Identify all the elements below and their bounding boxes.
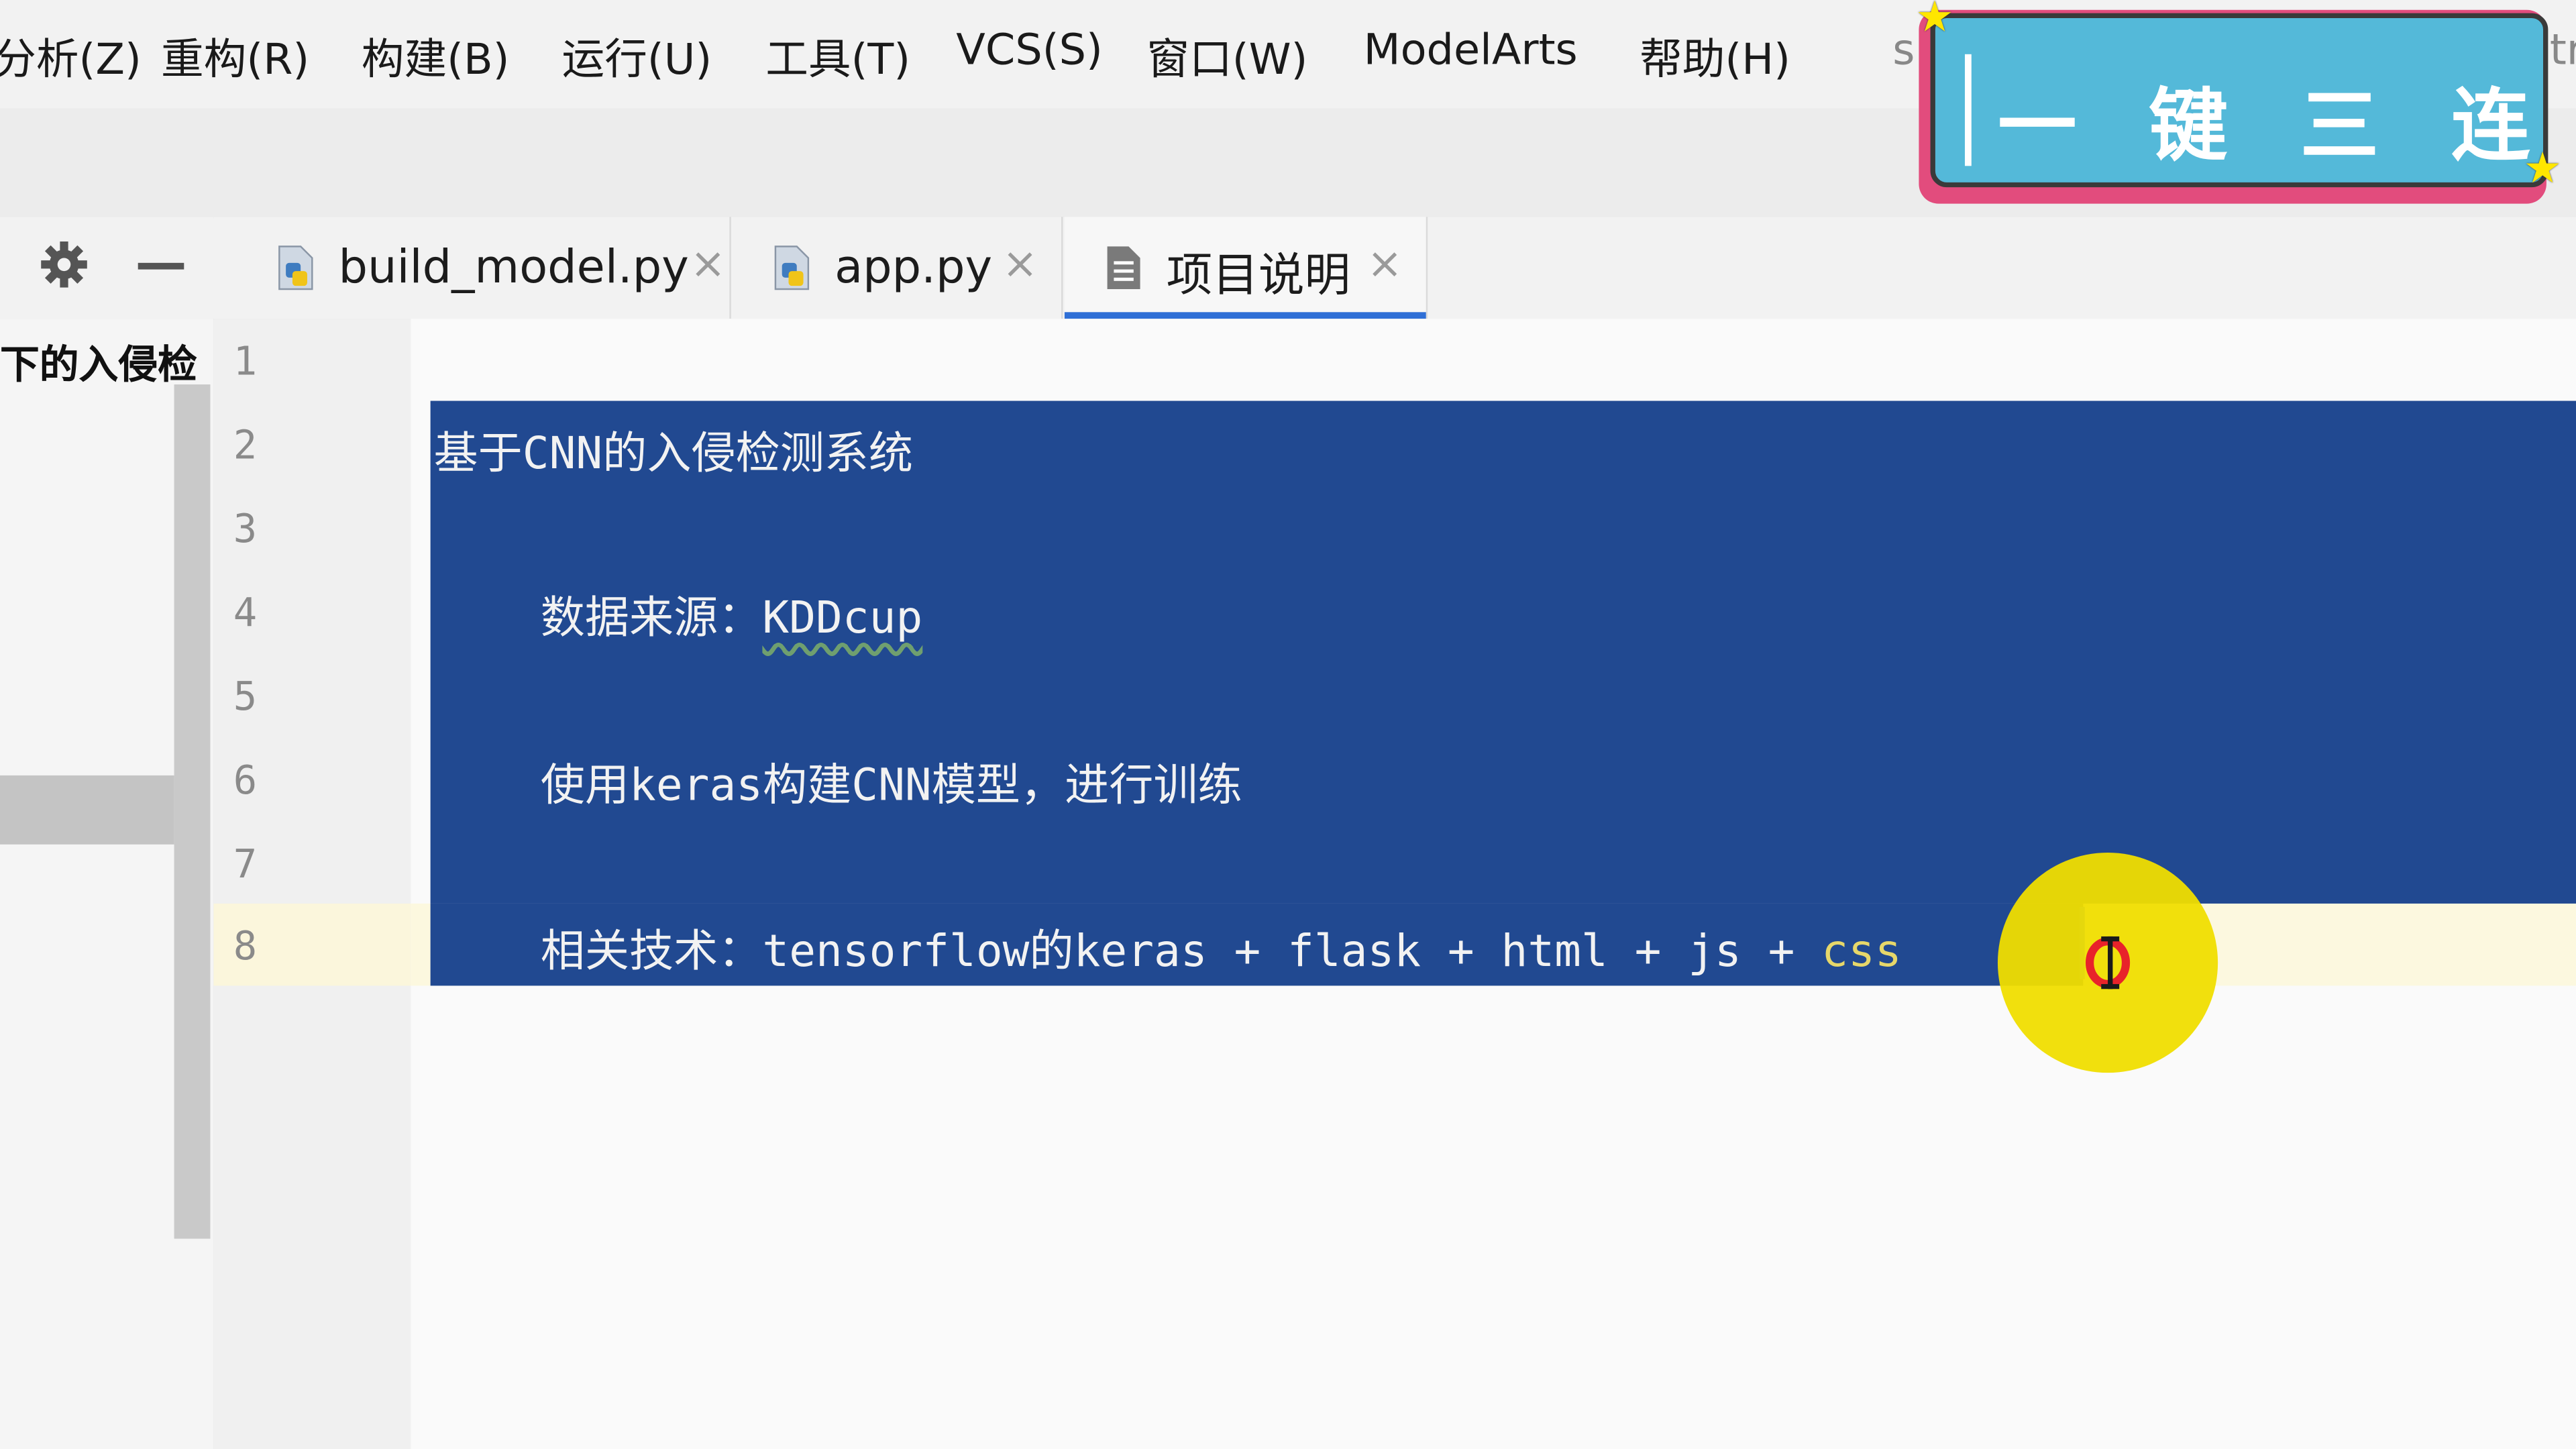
editor-tab-bar: build_model.py × app.py × 项目说明 × (213, 217, 2576, 321)
menu-run[interactable]: 运行(U) (562, 26, 712, 87)
tab-app[interactable]: app.py × (733, 217, 1063, 319)
badge-text: 一键三连 (1997, 80, 2576, 173)
tab-label: 项目说明 (1166, 248, 1351, 303)
code-text: 数据来源： (433, 593, 763, 645)
line-number: 6 (233, 757, 258, 804)
spellcheck-word: KDDcup (762, 593, 923, 645)
menu-clipped-item[interactable]: s (1892, 26, 1915, 75)
code-line-8[interactable]: 相关技术：tensorflow的keras + flask + html + j… (434, 915, 1902, 979)
close-icon[interactable]: × (690, 240, 726, 289)
code-line-2[interactable]: 基于CNN的入侵检测系统 (434, 417, 914, 482)
menu-window[interactable]: 窗口(W) (1146, 26, 1307, 87)
project-panel-header (0, 217, 214, 321)
tab-label: build_model.py (338, 239, 689, 294)
badge-panel: 一键三连 (1930, 13, 2548, 188)
menu-analyze[interactable]: 分析(Z) (0, 26, 142, 87)
code-token-css: css (1821, 926, 1902, 978)
menu-modelarts[interactable]: ModelArts (1364, 26, 1578, 75)
project-tree-selected-row[interactable] (0, 775, 174, 845)
project-panel-scrollbar[interactable] (174, 384, 211, 1239)
line-number: 7 (233, 841, 258, 888)
ide-window: 分析(Z) 重构(R) 构建(B) 运行(U) 工具(T) VCS(S) 窗口(… (0, 0, 2576, 1449)
project-panel: 下的入侵检 (0, 319, 215, 1449)
menu-build[interactable]: 构建(B) (362, 26, 510, 87)
close-icon[interactable]: × (1002, 240, 1038, 289)
menu-help[interactable]: 帮助(H) (1640, 26, 1790, 87)
python-file-icon (273, 243, 319, 292)
close-icon[interactable]: × (1367, 240, 1403, 289)
tab-build-model[interactable]: build_model.py × (237, 217, 731, 319)
star-icon: ★ (1915, 0, 1954, 43)
text-file-icon (1101, 243, 1147, 292)
python-file-icon (769, 243, 815, 292)
text-cursor-icon (2083, 933, 2139, 992)
editor-text-area[interactable]: 基于CNN的入侵检测系统 数据来源：KDDcup 使用keras构建CNN模型，… (411, 319, 2576, 1449)
gear-icon[interactable] (36, 237, 92, 292)
menu-refactor[interactable]: 重构(R) (161, 26, 309, 87)
line-number: 8 (233, 923, 258, 969)
line-number: 5 (233, 674, 258, 720)
line-number: 3 (233, 506, 258, 552)
badge-accent-bar (1964, 54, 1972, 166)
menu-vcs[interactable]: VCS(S) (956, 26, 1103, 75)
minus-icon[interactable] (138, 262, 184, 270)
line-number-gutter: 1 2 3 4 5 6 7 8 (213, 319, 413, 1449)
like-triple-badge: 一键三连 ★ ★ (1915, 0, 2562, 207)
code-text: 相关技术：tensorflow的keras + flask + html + j… (433, 926, 1822, 978)
tab-project-readme[interactable]: 项目说明 × (1064, 217, 1428, 321)
code-line-4[interactable]: 数据来源：KDDcup (434, 582, 923, 646)
line-number: 1 (233, 338, 258, 385)
star-icon: ★ (2523, 144, 2562, 194)
project-tree-label[interactable]: 下的入侵检 (0, 332, 197, 390)
menu-tools[interactable]: 工具(T) (765, 26, 910, 87)
line-number: 4 (233, 590, 258, 636)
tab-label: app.py (835, 239, 993, 294)
code-line-6[interactable]: 使用keras构建CNN模型，进行训练 (434, 749, 1242, 814)
line-number: 2 (233, 422, 258, 468)
